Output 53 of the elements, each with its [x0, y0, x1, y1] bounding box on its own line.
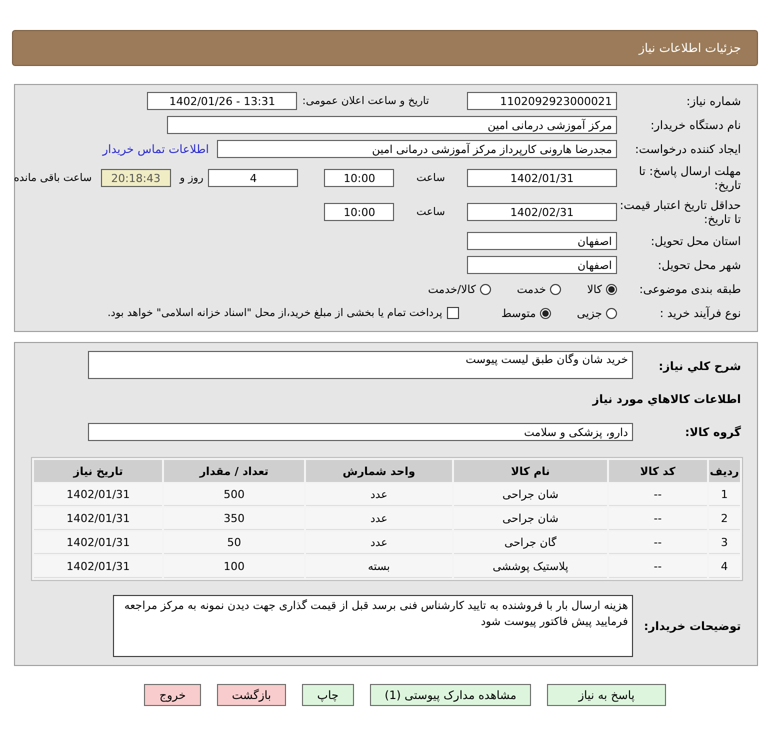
field-label: حداقل تاریخ اعتبار قیمت: تا تاریخ:	[618, 198, 741, 226]
process-radio[interactable]: جزیی	[576, 306, 617, 320]
process-radio[interactable]: متوسط	[501, 306, 551, 320]
action-button[interactable]: خروج	[144, 684, 201, 706]
category-radio[interactable]: خدمت	[516, 282, 562, 296]
field-label: نوع فرآیند خرید :	[658, 306, 741, 320]
need-number-field: 1102092923000021	[467, 92, 617, 110]
field-label: شماره نیاز:	[685, 94, 741, 108]
action-button[interactable]: مشاهده مدارک پیوستی (1)	[370, 684, 532, 706]
field-label: تاریخ و ساعت اعلان عمومی:	[302, 95, 429, 107]
treasury-checkbox[interactable]	[447, 307, 460, 319]
validity-date-field: 1402/02/31	[467, 203, 617, 221]
field-label: گروه کالا:	[684, 425, 741, 439]
goods-group-field: دارو، پزشکی و سلامت	[88, 423, 633, 441]
validity-time-field: 10:00	[324, 203, 394, 221]
field-label: ساعت	[416, 206, 445, 218]
buyer-field: مرکز آموزشی درمانی امین	[167, 116, 617, 134]
action-button[interactable]: بازگشت	[216, 684, 286, 706]
remaining-time-field: 20:18:43	[100, 169, 171, 187]
deadline-date-field: 1402/01/31	[467, 169, 617, 187]
days-field: 4	[208, 169, 298, 187]
field-label: استان محل تحویل:	[650, 234, 741, 248]
section-title: اطلاعات کالاهاي مورد نياز	[592, 392, 741, 406]
field-label: شهر محل تحویل:	[656, 258, 741, 272]
category-radio[interactable]: کالا	[587, 282, 617, 296]
field-label: ایجاد کننده درخواست:	[634, 142, 741, 156]
announce-date-field: 1402/01/26 - 13:31	[147, 92, 298, 110]
field-label: نام دستگاه خریدار:	[649, 118, 741, 132]
checkbox-label: پرداخت تمام یا بخشی از مبلغ خرید،از محل "اسناد خزانه اسلامی" خواهد بود.	[107, 307, 442, 319]
column-header: تعداد / مقدار	[164, 460, 304, 482]
field-label: شرح کلي نياز:	[658, 359, 741, 373]
action-button[interactable]: پاسخ به نیاز	[547, 684, 666, 706]
field-label: ساعت باقی مانده	[14, 172, 92, 184]
action-button[interactable]: چاپ	[302, 684, 354, 706]
field-label: مهلت ارسال پاسخ: تا تاریخ:	[638, 164, 741, 192]
buyer-notes-field: هزینه ارسال بار با فروشنده به تایید کارشناس فنی برسد قبل از قیمت گذاری جهت دیدن نمونه به مرکز مراجعه فرمایید پیش فاکتور پیوست شود	[113, 595, 633, 657]
column-header: کد کالا	[608, 460, 707, 482]
province-field: اصفهان	[467, 232, 617, 250]
field-label: توضیحات خریدار:	[642, 619, 741, 633]
creator-field: مجدرضا هارونی کارپرداز مرکز آموزشی درمانی امین	[217, 140, 617, 158]
field-label: ساعت	[416, 172, 445, 184]
summary-field: خرید شان وگان طبق لیست پیوست	[88, 351, 633, 379]
category-radio[interactable]: کالا/خدمت	[428, 282, 491, 296]
column-header: واحد شمارش	[306, 460, 452, 482]
column-header: نام کالا	[454, 460, 607, 482]
page-title: جزئیات اطلاعات نیاز	[638, 41, 741, 55]
buyer-contact-link[interactable]: اطلاعات تماس خریدار	[102, 142, 209, 156]
column-header: ردیف	[708, 460, 740, 482]
deadline-time-field: 10:00	[324, 169, 394, 187]
field-label: طبقه بندی موضوعی:	[638, 282, 741, 296]
field-label: روز و	[180, 172, 204, 184]
city-field: اصفهان	[467, 256, 617, 274]
column-header: تاریخ نیاز	[34, 460, 162, 482]
